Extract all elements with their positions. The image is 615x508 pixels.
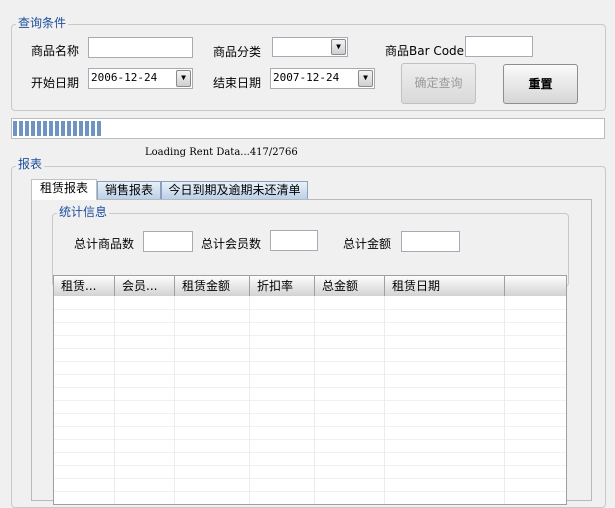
column-header[interactable] [505,276,566,296]
grid-row-line [54,491,566,492]
tab-sales-report[interactable]: 销售报表 [97,181,161,199]
tab-rent-report[interactable]: 租赁报表 [31,179,97,200]
grid-column-line [504,296,505,504]
end-date-value: 2007-12-24 [273,71,340,84]
grid-column-line [314,296,315,504]
total-goods-input[interactable] [143,231,193,252]
barcode-label: 商品Bar Code [385,44,465,58]
confirm-query-button[interactable]: 确定查询 [401,63,476,104]
grid-row-line [54,465,566,466]
end-date-label: 结束日期 [213,76,262,90]
column-header[interactable]: 总金额 [315,276,385,296]
grid-row-line [54,439,566,440]
name-label: 商品名称 [31,44,80,58]
rent-data-grid[interactable]: 租赁... 会员... 租赁金额 折扣率 总金额 租赁日期 [53,275,567,505]
progress-fill [13,121,102,136]
grid-row-line [54,361,566,362]
grid-column-line [174,296,175,504]
total-amount-input[interactable] [401,231,460,252]
stats-group-title: 统计信息 [57,205,110,219]
progress-text: Loading Rent Data...417/2766 [145,147,298,158]
category-label: 商品分类 [213,45,262,59]
total-members-input[interactable] [270,230,318,251]
grid-row-line [54,374,566,375]
column-header[interactable]: 租赁金额 [175,276,250,296]
grid-row-line [54,426,566,427]
chevron-down-icon[interactable]: ▼ [358,70,373,87]
name-input[interactable] [88,37,193,58]
reset-button[interactable]: 重置 [503,64,578,104]
query-group-title: 查询条件 [16,16,69,30]
category-select[interactable]: ▼ [272,37,348,57]
barcode-input[interactable] [465,36,533,57]
start-date-picker[interactable]: 2006-12-24 ▼ [88,68,193,89]
grid-row-line [54,413,566,414]
start-date-label: 开始日期 [31,76,80,90]
progress-bar [11,118,605,139]
grid-column-line [384,296,385,504]
grid-row-line [54,387,566,388]
grid-row-line [54,335,566,336]
end-date-picker[interactable]: 2007-12-24 ▼ [270,68,375,89]
grid-row-line [54,348,566,349]
column-header[interactable]: 折扣率 [250,276,315,296]
report-group-title: 报表 [16,157,45,171]
grid-row-line [54,309,566,310]
column-header[interactable]: 租赁... [54,276,115,296]
grid-row-line [54,478,566,479]
chevron-down-icon[interactable]: ▼ [331,39,346,55]
tab-overdue-list[interactable]: 今日到期及逾期未还清单 [161,181,308,199]
grid-row-line [54,400,566,401]
grid-column-line [249,296,250,504]
column-header[interactable]: 租赁日期 [385,276,505,296]
grid-row-line [54,452,566,453]
total-members-label: 总计会员数 [201,237,262,251]
column-header[interactable]: 会员... [115,276,175,296]
chevron-down-icon[interactable]: ▼ [176,70,191,87]
grid-column-line [114,296,115,504]
total-goods-label: 总计商品数 [74,237,135,251]
start-date-value: 2006-12-24 [91,71,158,84]
total-amount-label: 总计金额 [343,237,392,251]
grid-row-line [54,322,566,323]
